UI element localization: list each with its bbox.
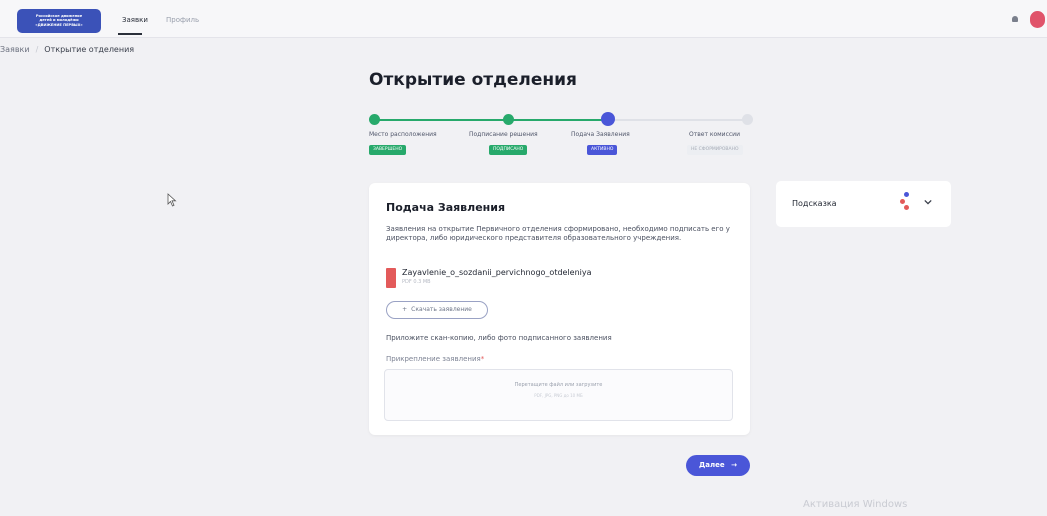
download-application-button[interactable]: + Скачать заявление: [386, 301, 488, 319]
step-label: Место расположения: [369, 131, 437, 138]
card-description: Заявления на открытие Первичного отделен…: [386, 225, 730, 242]
top-bar: Российское движение детей и молодёжи «ДВ…: [0, 0, 1047, 38]
page-title: Открытие отделения: [369, 70, 577, 90]
breadcrumb-current: Открытие отделения: [44, 45, 135, 54]
dropzone-text: Перетащите файл или загрузите: [514, 382, 603, 388]
step-label: Подача Заявления: [571, 131, 630, 138]
plus-icon: +: [402, 306, 408, 313]
avatar[interactable]: [1030, 11, 1045, 28]
step-label: Ответ комиссии: [689, 131, 740, 138]
tab-profile[interactable]: Профиль: [166, 16, 199, 24]
breadcrumb: Заявки / Открытие отделения: [0, 45, 134, 54]
download-label: Скачать заявление: [411, 306, 472, 313]
attach-label-text: Прикрепление заявления: [386, 355, 481, 363]
dropzone-subtext: PDF, JPG, PNG до 10 МБ: [534, 393, 583, 398]
arrow-right-icon: →: [731, 461, 737, 469]
next-label: Далее: [699, 461, 725, 469]
file-dropzone[interactable]: Перетащите файл или загрузите PDF, JPG, …: [384, 369, 733, 421]
step-line-3: [606, 119, 748, 121]
step-line-1: [374, 119, 508, 121]
breadcrumb-separator: /: [35, 45, 39, 54]
status-badge: НЕ СФОРМИРОВАНО: [687, 145, 743, 155]
step-dot-done: [369, 114, 380, 125]
application-card: Подача Заявления Заявления на открытие П…: [369, 183, 750, 435]
file-meta: PDF 0.3 MB: [402, 279, 431, 285]
active-tab-indicator: [118, 33, 142, 35]
hint-logo-icon: [900, 192, 912, 214]
status-badge: ПОДПИСАНО: [489, 145, 528, 155]
step-dot-active: [601, 112, 615, 126]
hint-panel[interactable]: Подсказка: [776, 181, 951, 227]
status-badge: ЗАВЕРШЕНО: [369, 145, 407, 155]
attach-label: Прикрепление заявления*: [386, 355, 484, 363]
card-title: Подача Заявления: [386, 201, 506, 214]
logo-line-3: «ДВИЖЕНИЕ ПЕРВЫХ»: [35, 22, 83, 27]
step-line-2: [508, 119, 606, 121]
mouse-cursor-icon: [167, 193, 177, 207]
next-button[interactable]: Далее →: [686, 455, 750, 476]
required-mark: *: [480, 355, 485, 363]
step-label: Подписание решения: [469, 131, 538, 138]
status-badge: АКТИВНО: [587, 145, 618, 155]
attach-hint: Приложите скан-копию, либо фото подписан…: [386, 334, 612, 342]
step-dot-done: [503, 114, 514, 125]
pdf-file-icon: [386, 268, 396, 288]
file-name[interactable]: Zayavlenie_o_sozdanii_pervichnogo_otdele…: [402, 268, 592, 277]
chevron-down-icon[interactable]: [924, 198, 932, 206]
breadcrumb-link-applications[interactable]: Заявки: [0, 45, 30, 54]
windows-activation-watermark: Активация Windows: [803, 499, 908, 510]
hint-title: Подсказка: [792, 199, 837, 208]
step-dot-pending: [742, 114, 753, 125]
logo[interactable]: Российское движение детей и молодёжи «ДВ…: [17, 9, 101, 33]
progress-stepper: Место расположения ЗАВЕРШЕНО Подписание …: [369, 112, 753, 162]
tab-applications[interactable]: Заявки: [122, 16, 148, 24]
bell-icon[interactable]: [1012, 16, 1018, 22]
